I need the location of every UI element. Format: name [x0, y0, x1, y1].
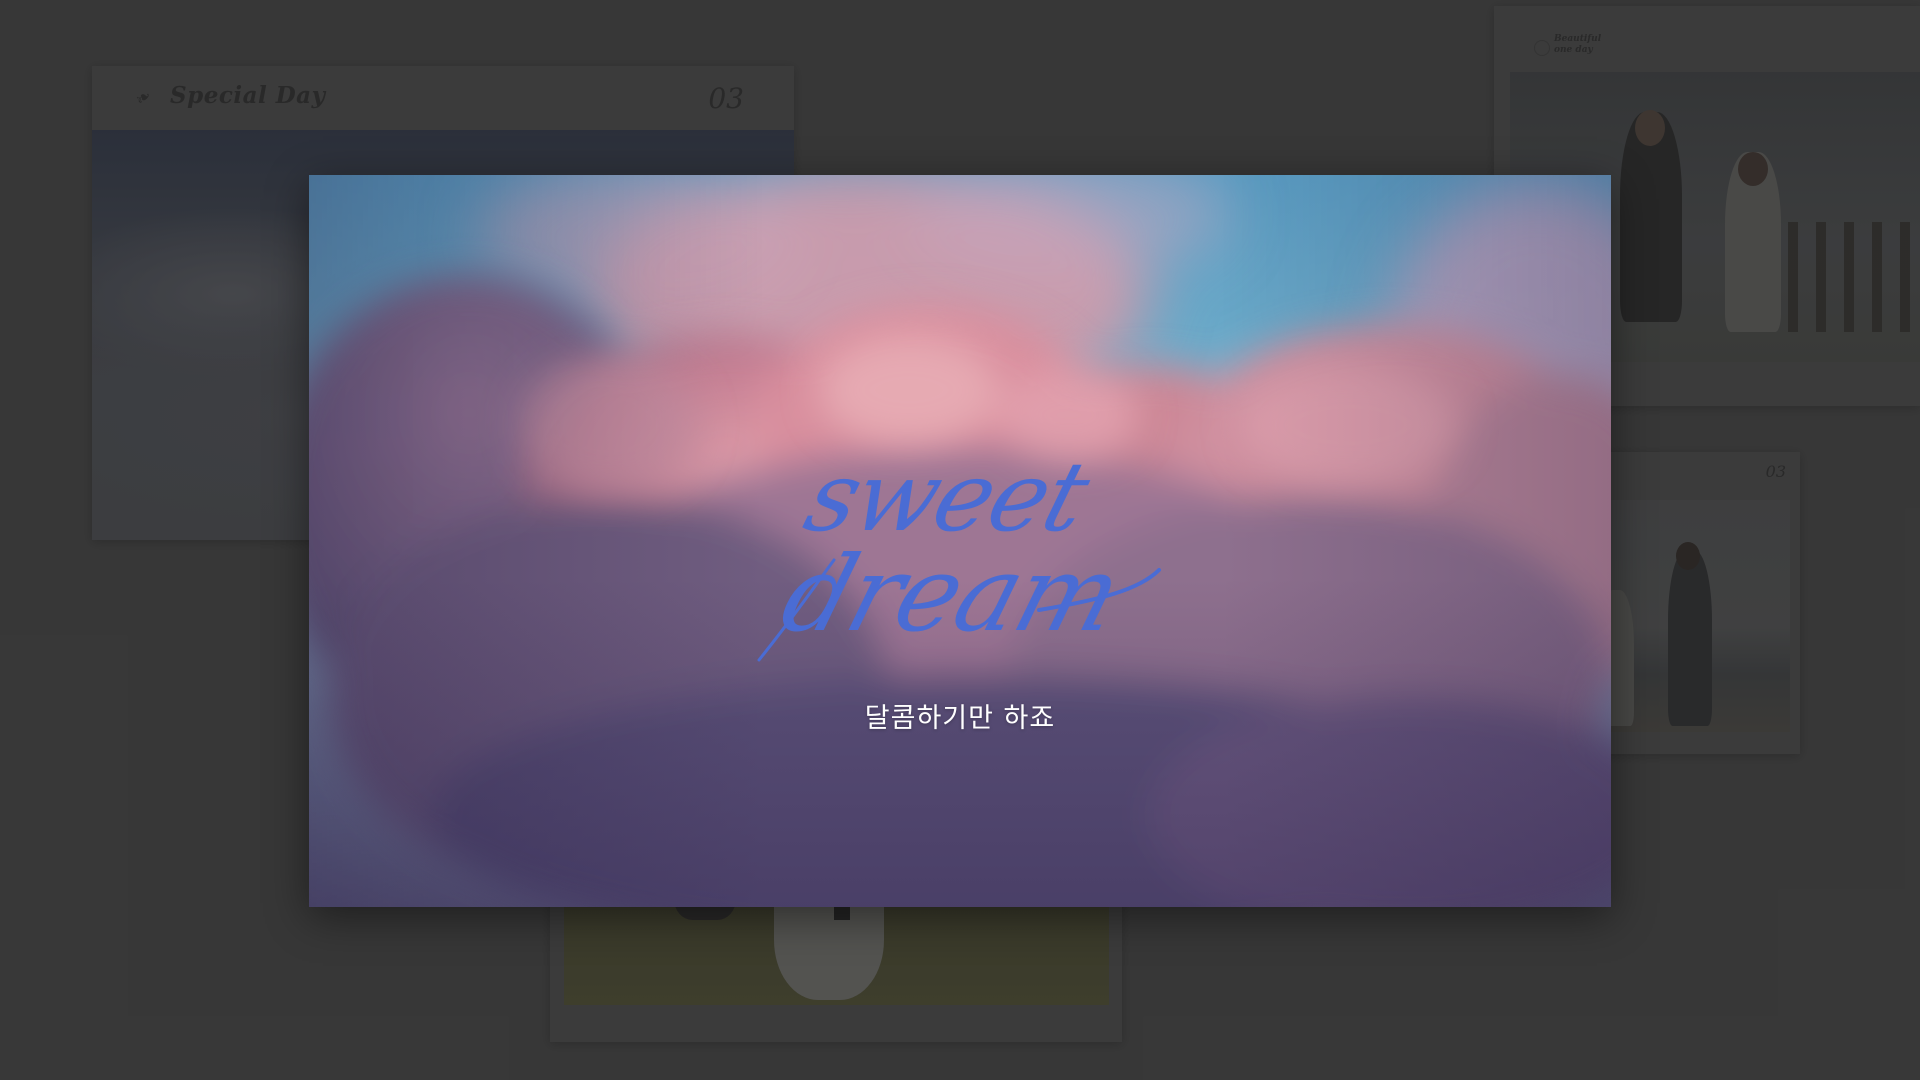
modal-title-group: sweet dream 달콤하기만 하죠 [739, 430, 1179, 734]
slideshow-stage: ❧ Special Day 03 Beautiful one day 03 sw… [0, 0, 1920, 1080]
script-title: sweet dream [757, 442, 1161, 662]
modal-subtitle: 달콤하기만 하죠 [864, 703, 1056, 734]
lightbox-modal[interactable]: sweet dream 달콤하기만 하죠 [309, 175, 1611, 907]
script-title-line2: dream [769, 535, 1132, 656]
